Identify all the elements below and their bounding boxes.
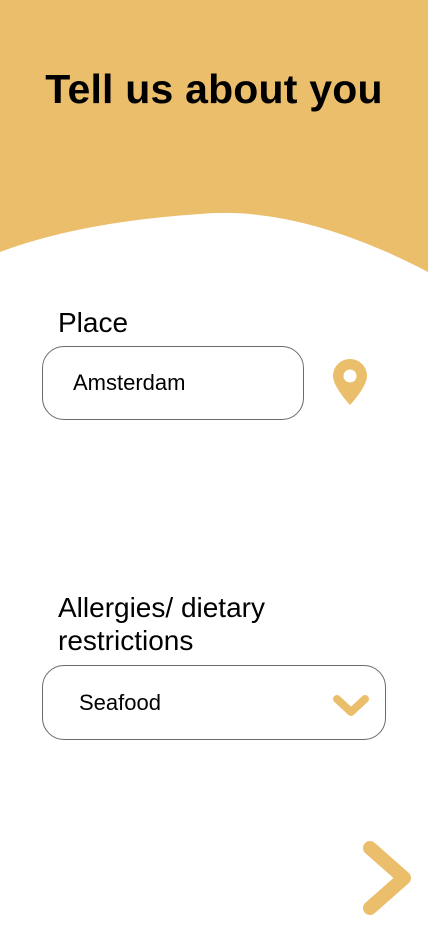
- map-pin-icon[interactable]: [332, 358, 368, 406]
- place-input[interactable]: [42, 346, 304, 420]
- next-button[interactable]: [360, 840, 412, 916]
- place-label: Place: [58, 307, 129, 338]
- allergies-label: Allergies/ dietary restrictions: [58, 592, 265, 656]
- allergies-dropdown[interactable]: Seafood: [42, 665, 386, 740]
- allergies-selected-value: Seafood: [79, 690, 161, 715]
- chevron-right-icon: [363, 841, 411, 915]
- page-title: Tell us about you: [45, 66, 383, 112]
- header-background: [0, 0, 428, 272]
- chevron-down-icon[interactable]: [331, 692, 371, 720]
